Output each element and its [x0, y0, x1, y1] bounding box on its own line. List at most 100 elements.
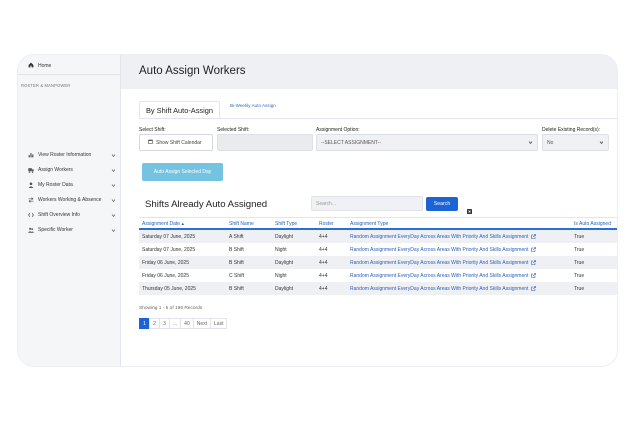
- app-window: Home ROSTER & MANPOWER View Roster Infor…: [18, 55, 617, 366]
- cell-shift-type: Daylight: [275, 286, 294, 292]
- cell-roster: 4+4: [319, 260, 328, 266]
- assignment-option-select[interactable]: --SELECT ASSIGNMENT--: [316, 134, 538, 151]
- tab-by-shift-auto-assign[interactable]: By Shift Auto-Assign: [139, 101, 220, 118]
- delete-existing-value: No: [547, 139, 554, 146]
- cell-assignment-date: Friday 06 June, 2025: [142, 273, 189, 279]
- tab-bi-weekly-auto-assign[interactable]: Bi-Weekly Auto Assign: [220, 101, 286, 118]
- cell-shift-name: B Shift: [229, 260, 244, 266]
- bar-chart-icon: [28, 152, 34, 158]
- page-last-button[interactable]: Last: [210, 318, 228, 329]
- external-link-icon: [531, 234, 537, 239]
- chevron-down-icon: [111, 168, 116, 173]
- sidebar-item-label: Shift Overview Info: [38, 212, 80, 218]
- page-button-40[interactable]: 40: [180, 318, 194, 329]
- selected-shift-field[interactable]: [217, 134, 313, 151]
- selected-shift-label: Selected Shift:: [217, 127, 250, 133]
- cell-is-auto-assigned: True: [574, 247, 585, 253]
- chevron-down-icon: [111, 228, 116, 233]
- cell-shift-type: Daylight: [275, 260, 294, 266]
- cell-roster: 4+4: [319, 273, 328, 279]
- delete-existing-label: Delete Existing Record(s):: [542, 127, 601, 133]
- column-header-roster[interactable]: Roster: [319, 221, 334, 227]
- cell-shift-name: C Shift: [229, 273, 245, 279]
- assigned-shifts-table: Assignment Date ▴ Shift Name Shift Type …: [139, 217, 617, 295]
- column-header-assignment-date[interactable]: Assignment Date ▴: [142, 221, 184, 227]
- cell-assignment-date: Friday 06 June, 2025: [142, 260, 189, 266]
- delete-existing-select[interactable]: No: [542, 134, 609, 151]
- page-title: Auto Assign Workers: [139, 65, 246, 77]
- column-header-shift-type[interactable]: Shift Type: [275, 221, 297, 227]
- calendar-icon: [148, 139, 153, 146]
- show-shift-calendar-button[interactable]: Show Shift Calendar: [139, 134, 213, 151]
- search-button[interactable]: Search: [426, 197, 458, 211]
- cell-assignment-type-link[interactable]: Random Assignment EveryDay Across Areas …: [350, 286, 537, 292]
- chevron-down-icon: [111, 213, 116, 218]
- divider: [139, 118, 617, 119]
- truck-icon: [28, 167, 34, 173]
- cell-assignment-date: Saturday 07 June, 2025: [142, 234, 196, 240]
- assignment-option-label: Assignment Option:: [316, 127, 360, 133]
- cell-shift-name: B Shift: [229, 286, 244, 292]
- sidebar-item-view-roster-information[interactable]: View Roster Information: [28, 150, 116, 160]
- external-link-icon: [531, 247, 537, 252]
- cell-roster: 4+4: [319, 247, 328, 253]
- sidebar-item-specific-worker[interactable]: Specific Worker: [28, 225, 116, 235]
- chevron-down-icon: [111, 198, 116, 203]
- cell-is-auto-assigned: True: [574, 234, 585, 240]
- cell-assignment-type-link[interactable]: Random Assignment EveryDay Across Areas …: [350, 260, 537, 266]
- chevron-down-icon: [111, 153, 116, 158]
- external-link-icon: [531, 260, 537, 265]
- pagination: 1 2 3 ... 40 Next Last: [139, 318, 228, 329]
- sidebar-item-label: My Roster Data: [38, 182, 73, 188]
- sidebar-home-label: Home: [38, 63, 52, 69]
- sidebar-item-label: View Roster Information: [38, 152, 92, 158]
- column-header-shift-name[interactable]: Shift Name: [229, 221, 254, 227]
- sidebar-item-my-roster-data[interactable]: My Roster Data: [28, 180, 116, 190]
- cell-assignment-type-link[interactable]: Random Assignment EveryDay Across Areas …: [350, 273, 537, 279]
- table-row: Thursday 05 June, 2025 B Shift Daylight …: [139, 282, 617, 295]
- assignment-option-value: --SELECT ASSIGNMENT--: [321, 139, 381, 146]
- users-icon: [28, 227, 34, 233]
- code-icon: [28, 212, 34, 218]
- user-icon: [28, 182, 34, 188]
- column-header-is-auto-assigned[interactable]: Is Auto Assigned: [574, 221, 611, 227]
- assignment-type-text: Random Assignment EveryDay Across Areas …: [350, 234, 529, 240]
- sidebar-item-label: Assign Workers: [38, 167, 73, 173]
- cell-is-auto-assigned: True: [574, 273, 585, 279]
- assignment-type-text: Random Assignment EveryDay Across Areas …: [350, 286, 529, 292]
- cell-shift-type: Daylight: [275, 234, 294, 240]
- sidebar-item-home[interactable]: Home: [28, 62, 51, 70]
- sidebar-item-label: Specific Worker: [38, 227, 73, 233]
- external-link-icon: [531, 286, 537, 291]
- page-next-button[interactable]: Next: [192, 318, 212, 329]
- table-row: Friday 06 June, 2025 C Shift Night 4+4 R…: [139, 269, 617, 282]
- sidebar-item-shift-overview-info[interactable]: Shift Overview Info: [28, 210, 116, 220]
- chevron-down-icon: [111, 183, 116, 188]
- home-icon: [28, 62, 34, 70]
- show-shift-calendar-label: Show Shift Calendar: [156, 139, 202, 146]
- chevron-down-icon: [528, 140, 533, 145]
- tab-bar: By Shift Auto-Assign Bi-Weekly Auto Assi…: [139, 101, 286, 118]
- clear-filter-icon[interactable]: [467, 201, 472, 214]
- cell-roster: 4+4: [319, 234, 328, 240]
- sidebar-item-assign-workers[interactable]: Assign Workers: [28, 165, 116, 175]
- cell-assignment-type-link[interactable]: Random Assignment EveryDay Across Areas …: [350, 234, 537, 240]
- auto-assign-selected-day-button[interactable]: Auto Assign Selected Day: [142, 163, 223, 181]
- sidebar-item-workers-working-absence[interactable]: Workers Working & Absence: [28, 195, 116, 205]
- search-input[interactable]: [311, 196, 423, 211]
- sidebar-section-label: ROSTER & MANPOWER: [21, 83, 71, 88]
- assignment-type-text: Random Assignment EveryDay Across Areas …: [350, 260, 529, 266]
- cell-shift-type: Night: [275, 273, 287, 279]
- main-content: Auto Assign Workers By Shift Auto-Assign…: [121, 55, 617, 366]
- page-header: Auto Assign Workers: [121, 55, 617, 89]
- assignment-type-text: Random Assignment EveryDay Across Areas …: [350, 273, 529, 279]
- column-header-assignment-type[interactable]: Assignment Type: [350, 221, 388, 227]
- cell-assignment-type-link[interactable]: Random Assignment EveryDay Across Areas …: [350, 247, 537, 253]
- table-row: Friday 06 June, 2025 B Shift Daylight 4+…: [139, 256, 617, 269]
- cell-is-auto-assigned: True: [574, 286, 585, 292]
- select-shift-label: Select Shift:: [139, 127, 166, 133]
- sidebar: Home ROSTER & MANPOWER View Roster Infor…: [18, 55, 121, 366]
- records-count: Showing 1 - 5 of 196 Records: [139, 306, 203, 311]
- cell-is-auto-assigned: True: [574, 260, 585, 266]
- arrows-icon: [28, 197, 34, 203]
